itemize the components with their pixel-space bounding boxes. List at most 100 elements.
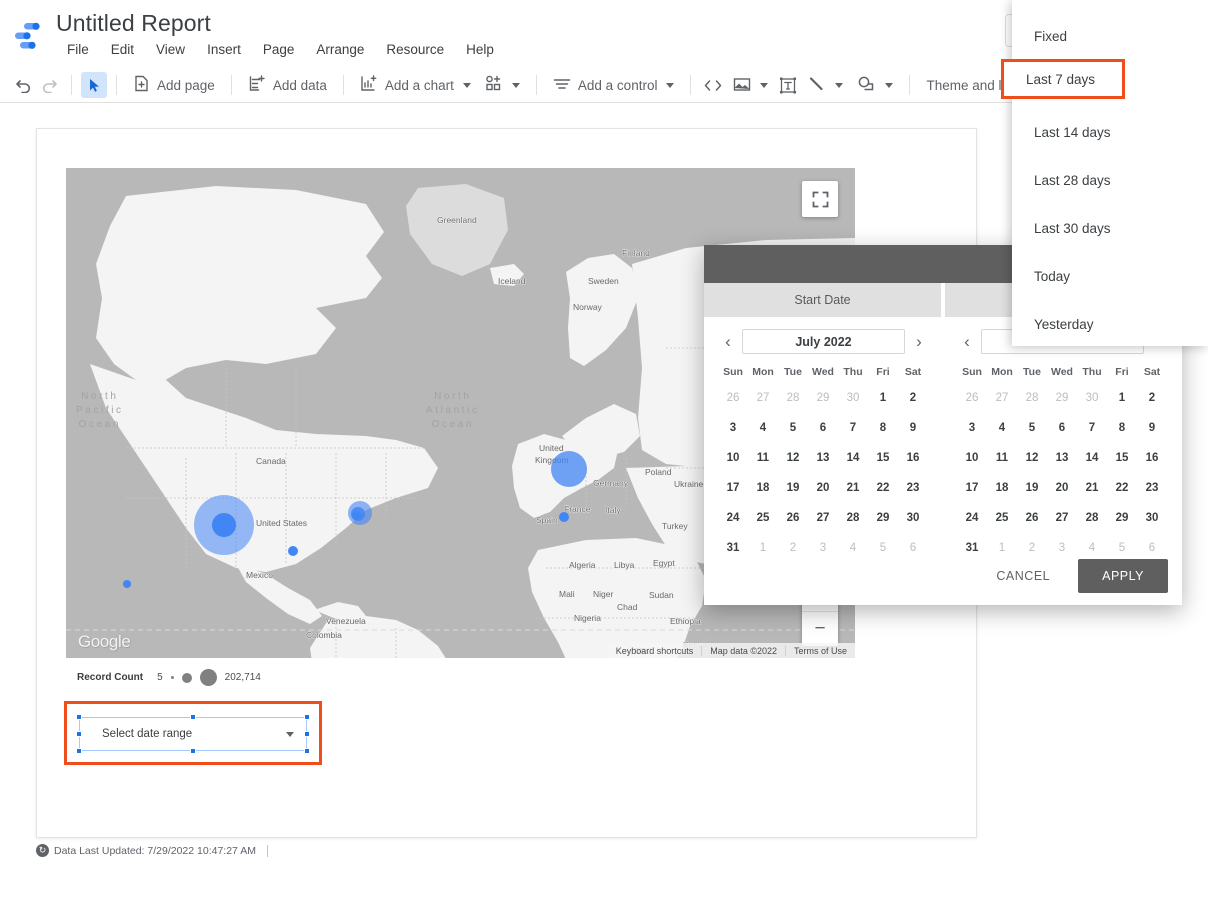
line-button[interactable]: [801, 72, 850, 99]
add-control-button[interactable]: Add a control: [546, 72, 682, 99]
start-date-cell[interactable]: 26: [718, 383, 748, 413]
start-date-cell[interactable]: 28: [778, 383, 808, 413]
start-date-cell[interactable]: 21: [838, 473, 868, 503]
end-date-cell[interactable]: 8: [1107, 413, 1137, 443]
start-date-cell[interactable]: 2: [778, 533, 808, 563]
start-date-cell[interactable]: 5: [868, 533, 898, 563]
start-date-cell[interactable]: 24: [718, 503, 748, 533]
dropdown-item-last-14-days[interactable]: Last 14 days: [1012, 108, 1208, 156]
start-date-cell[interactable]: 27: [808, 503, 838, 533]
resize-handle-sw[interactable]: [76, 748, 82, 754]
refresh-data-icon[interactable]: ↻: [36, 844, 49, 857]
start-date-cell[interactable]: 18: [748, 473, 778, 503]
tab-start-date[interactable]: Start Date: [704, 283, 941, 317]
start-date-cell[interactable]: 10: [718, 443, 748, 473]
start-date-cell[interactable]: 17: [718, 473, 748, 503]
end-date-cell[interactable]: 26: [957, 383, 987, 413]
end-date-cell[interactable]: 2: [1137, 383, 1167, 413]
end-date-cell[interactable]: 9: [1137, 413, 1167, 443]
start-date-cell[interactable]: 3: [718, 413, 748, 443]
keyboard-shortcuts-link[interactable]: Keyboard shortcuts: [608, 646, 702, 656]
date-range-dropdown-menu[interactable]: Fixed Last 7 days Last 14 days Last 28 d…: [1012, 0, 1208, 346]
start-date-cell[interactable]: 15: [868, 443, 898, 473]
start-date-cell[interactable]: 4: [838, 533, 868, 563]
end-date-cell[interactable]: 26: [1017, 503, 1047, 533]
image-button[interactable]: [726, 72, 775, 99]
undo-icon[interactable]: [10, 72, 36, 98]
dropdown-item-last-28-days[interactable]: Last 28 days: [1012, 156, 1208, 204]
bubble-marker-pacific[interactable]: [123, 580, 131, 588]
terms-of-use-link[interactable]: Terms of Use: [784, 645, 855, 656]
start-date-cell[interactable]: 1: [868, 383, 898, 413]
start-date-cell[interactable]: 29: [808, 383, 838, 413]
end-date-cell[interactable]: 11: [987, 443, 1017, 473]
chevron-down-icon-date-range[interactable]: [286, 731, 294, 737]
redo-icon[interactable]: [36, 72, 62, 98]
end-date-cell[interactable]: 15: [1107, 443, 1137, 473]
zoom-out-button[interactable]: −: [802, 612, 838, 646]
chevron-right-icon-start[interactable]: ›: [909, 331, 929, 353]
chevron-left-icon-start[interactable]: ‹: [718, 331, 738, 353]
dropdown-item-last-30-days[interactable]: Last 30 days: [1012, 204, 1208, 252]
end-date-cell[interactable]: 25: [987, 503, 1017, 533]
resize-handle-s[interactable]: [190, 748, 196, 754]
end-date-cell[interactable]: 12: [1017, 443, 1047, 473]
end-date-cell[interactable]: 16: [1137, 443, 1167, 473]
add-data-button[interactable]: Add data: [241, 72, 334, 99]
bubble-marker-uk[interactable]: [551, 451, 587, 487]
code-brackets-icon[interactable]: [700, 72, 726, 98]
resize-handle-nw[interactable]: [76, 714, 82, 720]
start-date-cell[interactable]: 26: [778, 503, 808, 533]
start-date-cell[interactable]: 27: [748, 383, 778, 413]
start-date-cell[interactable]: 6: [808, 413, 838, 443]
end-date-cell[interactable]: 3: [957, 413, 987, 443]
bubble-marker-us-south[interactable]: [288, 546, 298, 556]
apply-button[interactable]: APPLY: [1078, 559, 1168, 593]
menu-edit[interactable]: Edit: [100, 41, 145, 58]
add-page-button[interactable]: Add page: [126, 72, 222, 99]
resize-handle-n[interactable]: [190, 714, 196, 720]
add-chart-button[interactable]: Add a chart: [353, 72, 478, 99]
start-date-cell[interactable]: 16: [898, 443, 928, 473]
cursor-arrow-icon[interactable]: [81, 72, 107, 98]
menu-page[interactable]: Page: [252, 41, 306, 58]
end-date-cell[interactable]: 24: [957, 503, 987, 533]
end-date-cell[interactable]: 30: [1077, 383, 1107, 413]
bubble-marker-spain[interactable]: [559, 512, 569, 522]
end-date-cell[interactable]: 19: [1017, 473, 1047, 503]
cancel-button[interactable]: CANCEL: [982, 560, 1064, 592]
end-date-cell[interactable]: 29: [1107, 503, 1137, 533]
start-date-cell[interactable]: 12: [778, 443, 808, 473]
dropdown-highlighted-label[interactable]: Last 7 days: [1026, 72, 1095, 87]
bubble-marker-us-east-core[interactable]: [352, 511, 361, 520]
dropdown-item-fixed[interactable]: Fixed: [1012, 12, 1208, 60]
start-date-cell[interactable]: 6: [898, 533, 928, 563]
shape-button[interactable]: [850, 72, 900, 99]
bubble-marker-us-west-core[interactable]: [212, 513, 236, 537]
date-range-control[interactable]: Select date range: [79, 717, 307, 751]
menu-insert[interactable]: Insert: [196, 41, 252, 58]
start-date-cell[interactable]: 8: [868, 413, 898, 443]
page-title[interactable]: Untitled Report: [56, 10, 211, 37]
end-date-cell[interactable]: 17: [957, 473, 987, 503]
start-date-cell[interactable]: 4: [748, 413, 778, 443]
start-date-cell[interactable]: 9: [898, 413, 928, 443]
start-date-cell[interactable]: 5: [778, 413, 808, 443]
text-box-icon[interactable]: [775, 72, 801, 98]
end-date-cell[interactable]: 22: [1107, 473, 1137, 503]
dropdown-item-today[interactable]: Today: [1012, 252, 1208, 300]
chevron-left-icon-end[interactable]: ‹: [957, 331, 977, 353]
start-date-cell[interactable]: 28: [838, 503, 868, 533]
end-date-cell[interactable]: 5: [1017, 413, 1047, 443]
fullscreen-icon[interactable]: [802, 181, 838, 217]
start-date-cell[interactable]: 13: [808, 443, 838, 473]
start-date-cell[interactable]: 25: [748, 503, 778, 533]
end-date-cell[interactable]: 30: [1137, 503, 1167, 533]
end-date-cell[interactable]: 23: [1137, 473, 1167, 503]
start-date-cell[interactable]: 7: [838, 413, 868, 443]
menu-resource[interactable]: Resource: [375, 41, 455, 58]
end-date-cell[interactable]: 21: [1077, 473, 1107, 503]
dropdown-item-yesterday[interactable]: Yesterday: [1012, 300, 1208, 348]
start-date-cell[interactable]: 1: [748, 533, 778, 563]
menu-view[interactable]: View: [145, 41, 196, 58]
